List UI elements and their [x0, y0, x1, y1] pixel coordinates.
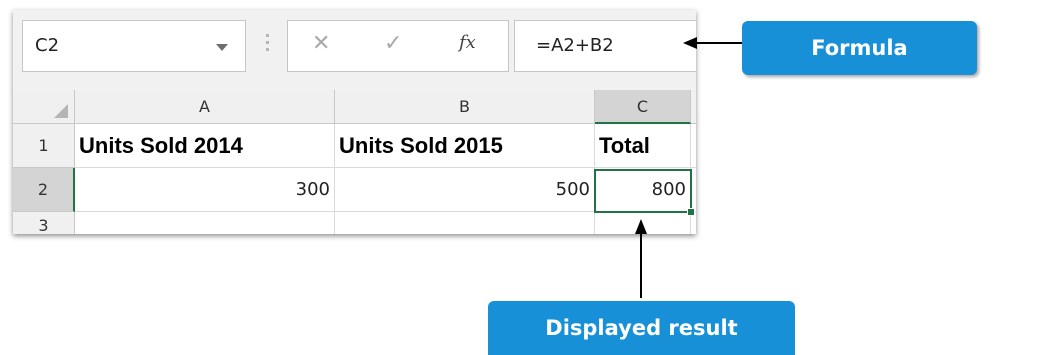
cell-a3[interactable] — [75, 212, 335, 234]
column-header-a[interactable]: A — [75, 90, 335, 124]
row-header-3[interactable]: 3 — [13, 212, 75, 234]
cell-d2[interactable] — [691, 168, 696, 212]
chevron-down-icon[interactable] — [216, 44, 228, 51]
cell-b3[interactable] — [335, 212, 595, 234]
name-box-value: C2 — [35, 35, 60, 56]
worksheet-grid: A B C 1 Units Sold 2014 Units Sold 2015 … — [13, 90, 696, 234]
cell-a2[interactable]: 300 — [75, 168, 335, 212]
select-all-icon — [54, 104, 68, 118]
spreadsheet-window: C2 ✕ ✓ fx =A2+B2 A B C 1 Units Sold 2014… — [13, 10, 696, 234]
function-icon[interactable]: fx — [459, 32, 476, 53]
check-icon[interactable]: ✓ — [384, 33, 402, 55]
displayed-result-callout: Displayed result — [488, 301, 795, 355]
cell-a1[interactable]: Units Sold 2014 — [75, 124, 335, 168]
cell-c2[interactable]: 800 — [595, 168, 691, 212]
formula-bar-area: C2 ✕ ✓ fx =A2+B2 — [13, 10, 696, 90]
name-box[interactable]: C2 — [22, 20, 246, 72]
fill-handle[interactable] — [687, 208, 695, 216]
cell-c1[interactable]: Total — [595, 124, 691, 168]
column-header-next[interactable] — [691, 90, 696, 124]
formula-buttons: ✕ ✓ fx — [287, 20, 509, 72]
formula-callout: Formula — [742, 21, 977, 75]
column-header-b[interactable]: B — [335, 90, 595, 124]
cell-b1[interactable]: Units Sold 2015 — [335, 124, 595, 168]
close-icon[interactable]: ✕ — [312, 33, 330, 55]
column-header-c[interactable]: C — [595, 90, 691, 124]
cell-d1[interactable] — [691, 124, 696, 168]
cell-b2[interactable]: 500 — [335, 168, 595, 212]
formula-input[interactable]: =A2+B2 — [514, 20, 696, 72]
select-all-corner[interactable] — [13, 90, 75, 124]
formula-text: =A2+B2 — [536, 35, 614, 56]
cell-c3[interactable] — [595, 212, 691, 234]
row-header-1[interactable]: 1 — [13, 124, 75, 168]
grip-icon[interactable] — [266, 34, 269, 56]
row-header-2[interactable]: 2 — [13, 168, 75, 212]
